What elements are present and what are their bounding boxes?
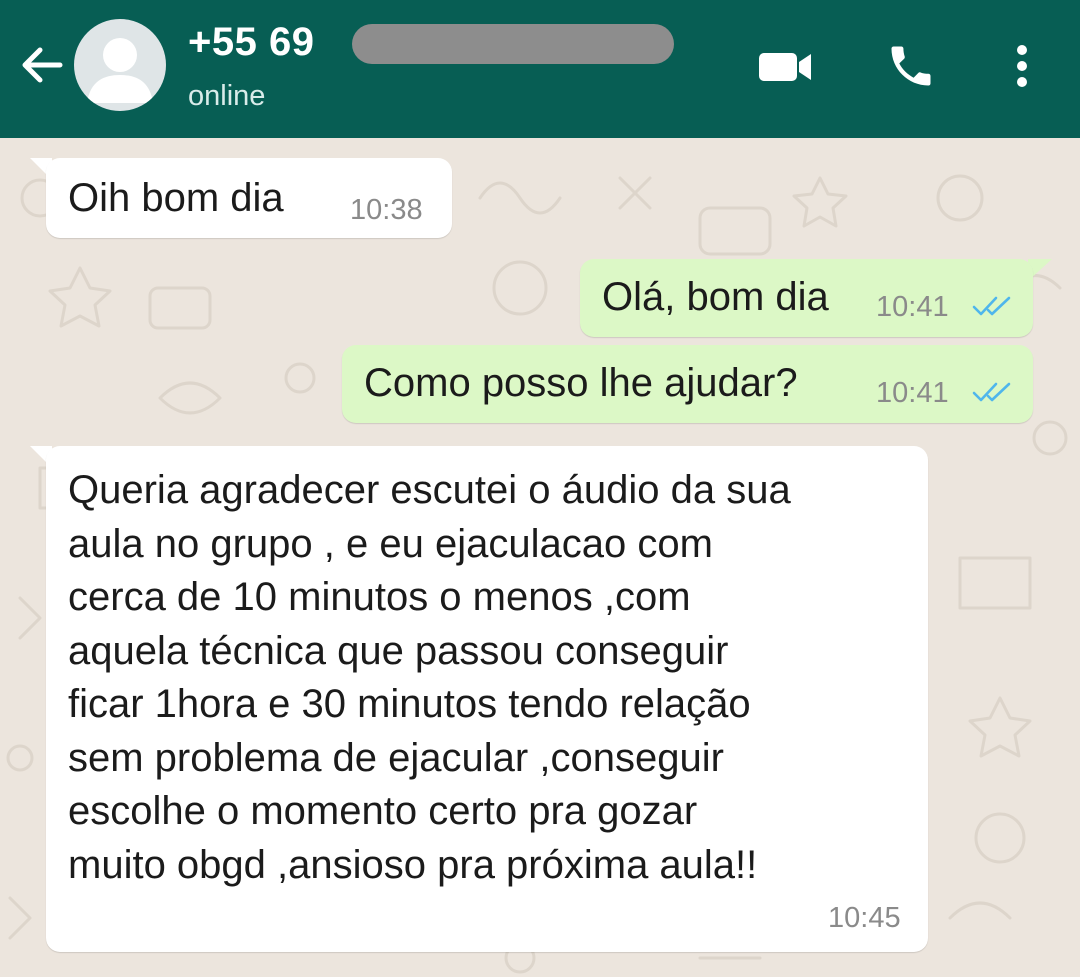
contact-status: online <box>188 80 266 112</box>
message-text: Oih bom dia <box>68 176 284 220</box>
message-bubble-incoming[interactable]: Queria agradecer escutei o áudio da sua … <box>46 446 928 952</box>
video-call-icon <box>759 53 811 81</box>
message-time: 10:38 <box>350 194 423 226</box>
contact-name[interactable]: +55 69 <box>188 20 314 65</box>
message-bubble-incoming[interactable]: Oih bom dia 10:38 <box>46 158 452 238</box>
message-bubble-outgoing[interactable]: Olá, bom dia 10:41 <box>580 259 1033 337</box>
phone-icon <box>891 46 931 86</box>
message-text: Olá, bom dia <box>602 275 829 319</box>
chat-area[interactable]: Oih bom dia 10:38 Olá, bom dia 10:41 Com… <box>0 138 1080 977</box>
voice-call-button[interactable] <box>878 36 944 96</box>
back-button[interactable] <box>14 38 68 92</box>
chat-header: +55 69 online <box>0 0 1080 138</box>
read-receipt-icon <box>972 382 1011 402</box>
message-time: 10:45 <box>828 902 901 934</box>
read-receipt-icon <box>972 296 1011 316</box>
default-avatar-icon <box>87 38 153 103</box>
message-time: 10:41 <box>876 291 949 323</box>
video-call-button[interactable] <box>750 40 820 94</box>
arrow-left-icon <box>22 47 63 83</box>
redacted-phone-overlay <box>352 24 674 64</box>
more-vert-icon <box>1017 45 1027 87</box>
more-options-button[interactable] <box>1000 36 1044 96</box>
contact-avatar[interactable] <box>74 19 166 111</box>
message-bubble-outgoing[interactable]: Como posso lhe ajudar? 10:41 <box>342 345 1033 423</box>
message-text: Queria agradecer escutei o áudio da sua … <box>68 468 791 887</box>
message-time: 10:41 <box>876 377 949 409</box>
message-text: Como posso lhe ajudar? <box>364 361 798 405</box>
